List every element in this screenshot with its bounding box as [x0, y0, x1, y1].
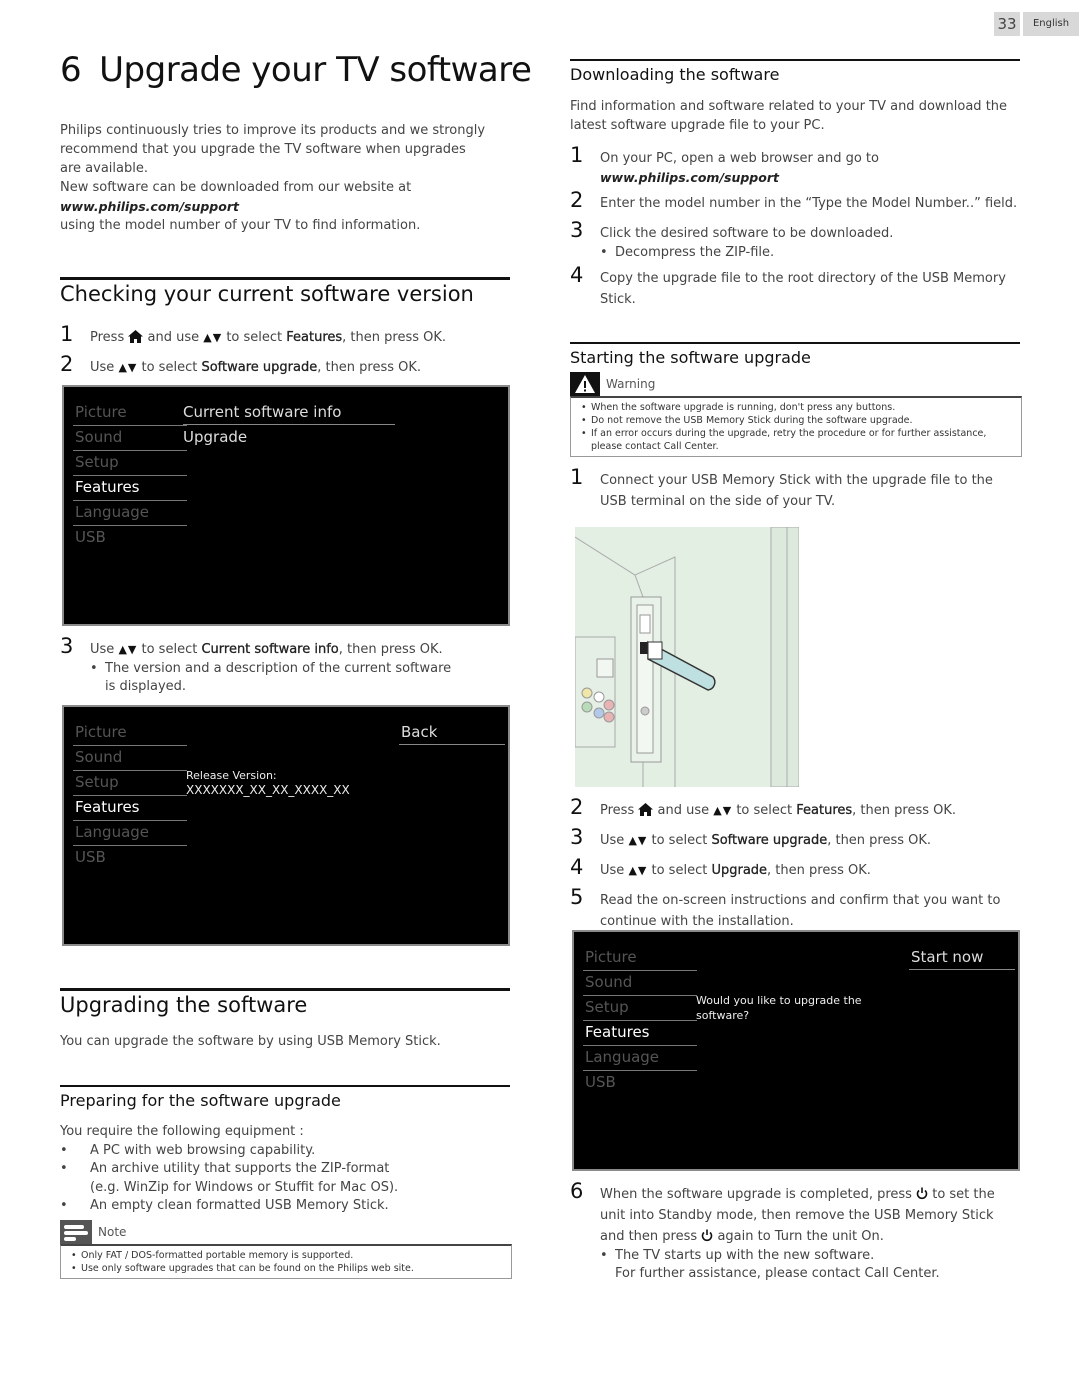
- up-down-arrows-icon: ▲▼: [628, 864, 648, 877]
- step-1: 1 On your PC, open a web browser and go …: [570, 143, 879, 167]
- home-icon: [638, 803, 654, 816]
- menu-item-usb[interactable]: USB: [73, 846, 187, 871]
- upgrade-question: Would you like to upgrade the software?: [696, 994, 862, 1022]
- menu-item-picture[interactable]: Picture: [73, 721, 187, 746]
- section-heading-downloading: Downloading the software: [570, 59, 1020, 84]
- step-3: 3 Use ▲▼ to select Software upgrade, the…: [570, 825, 932, 849]
- menu-item-sound[interactable]: Sound: [73, 426, 187, 451]
- menu-item-language[interactable]: Language: [73, 821, 187, 846]
- list-item: • An archive utility that supports the ZI…: [60, 1161, 390, 1176]
- support-link[interactable]: www.philips.com/support: [60, 197, 490, 216]
- step-2: 2 Enter the model number in the “Type th…: [570, 188, 1018, 212]
- page-number: 33: [994, 12, 1020, 36]
- home-icon: [128, 330, 144, 343]
- list-item: • An empty clean formatted USB Memory Sti…: [60, 1198, 389, 1213]
- power-icon: [916, 1187, 928, 1200]
- menu-item-picture[interactable]: Picture: [583, 946, 697, 971]
- section-heading-starting: Starting the software upgrade: [570, 342, 1020, 367]
- menu-item-features[interactable]: Features: [73, 796, 187, 821]
- menu-item-sound[interactable]: Sound: [73, 746, 187, 771]
- menu-item-setup[interactable]: Setup: [583, 996, 697, 1021]
- menu-item-usb[interactable]: USB: [583, 1071, 697, 1096]
- page-tag: 33 English: [994, 12, 1079, 36]
- step-4: 4 Copy the upgrade file to the root dire…: [570, 263, 1006, 308]
- section-heading-checking: Checking your current software version: [60, 277, 510, 306]
- note-icon: [60, 1220, 92, 1244]
- upgrading-text: You can upgrade the software by using US…: [60, 1034, 441, 1049]
- step-1: 1 Connect your USB Memory Stick with the…: [570, 465, 993, 510]
- step-2: 2 Press and use ▲▼ to select Features, t…: [570, 795, 957, 819]
- note-callout: Note • Only FAT / DOS-formatted portable …: [60, 1220, 512, 1279]
- back-button[interactable]: Back: [399, 721, 505, 745]
- menu-item-features[interactable]: Features: [73, 476, 187, 501]
- power-icon: [702, 1229, 713, 1242]
- menu-item-setup[interactable]: Setup: [73, 771, 187, 796]
- section-heading-preparing: Preparing for the software upgrade: [60, 1085, 510, 1110]
- list-item: • A PC with web browsing capability.: [60, 1142, 316, 1158]
- menu-item-usb[interactable]: USB: [73, 526, 187, 551]
- tv-menu-screen-start-upgrade: Picture Sound Setup Features Language US…: [572, 930, 1020, 1171]
- section-heading-upgrading: Upgrading the software: [60, 988, 510, 1017]
- up-down-arrows-icon: ▲▼: [118, 361, 138, 374]
- warning-box: • When the software upgrade is running, d…: [570, 396, 1022, 457]
- release-version-value: XXXXXXX_XX_XX_XXXX_XX: [186, 783, 350, 797]
- up-down-arrows-icon: ▲▼: [118, 643, 138, 656]
- downloading-intro: Find information and software related to…: [570, 99, 1008, 133]
- tv-menu-list: Picture Sound Setup Features Language US…: [583, 946, 697, 1096]
- language-tab: English: [1023, 12, 1079, 36]
- usb-insertion-illustration: [575, 527, 799, 787]
- step-6: 6 When the software upgrade is completed…: [570, 1179, 995, 1245]
- equipment-list: You require the following equipment : • A…: [60, 1123, 510, 1216]
- checking-steps: 1 Press and use ▲▼ to select Features, t…: [60, 324, 510, 378]
- start-now-button[interactable]: Start now: [909, 946, 1015, 970]
- menu-item-picture[interactable]: Picture: [73, 401, 187, 426]
- step-3: 3 Click the desired software to be downl…: [570, 218, 894, 242]
- step-3: 3 Use ▲▼ to select Current software info…: [60, 634, 443, 658]
- starting-steps: 2 Press and use ▲▼ to select Features, t…: [570, 797, 1020, 932]
- note-label: Note: [98, 1225, 127, 1239]
- tv-menu-screen-release-version: Picture Sound Setup Features Language US…: [62, 705, 510, 946]
- tv-menu-screen-software-upgrade: Picture Sound Setup Features Language US…: [62, 385, 510, 626]
- release-version-label: Release Version:: [186, 769, 277, 782]
- up-down-arrows-icon: ▲▼: [203, 331, 223, 344]
- chapter-title: 6 Upgrade your TV software: [60, 50, 532, 90]
- step-2: 2 Use ▲▼ to select Software upgrade, the…: [60, 352, 422, 376]
- menu-item-language[interactable]: Language: [73, 501, 187, 526]
- note-box: • Only FAT / DOS-formatted portable memor…: [60, 1244, 512, 1279]
- warning-label: Warning: [606, 377, 656, 391]
- up-down-arrows-icon: ▲▼: [713, 804, 733, 817]
- option-upgrade[interactable]: Upgrade: [183, 426, 247, 449]
- downloading-steps: 1 On your PC, open a web browser and go …: [570, 145, 1020, 310]
- tv-menu-list: Picture Sound Setup Features Language US…: [73, 401, 187, 551]
- support-link[interactable]: www.philips.com/support: [570, 169, 1020, 186]
- step-1: 1 Press and use ▲▼ to select Features, t…: [60, 322, 447, 346]
- menu-item-setup[interactable]: Setup: [73, 451, 187, 476]
- tv-menu-list: Picture Sound Setup Features Language US…: [73, 721, 187, 871]
- menu-item-sound[interactable]: Sound: [583, 971, 697, 996]
- up-down-arrows-icon: ▲▼: [628, 834, 648, 847]
- chapter-intro: Philips continuously tries to improve it…: [60, 121, 490, 235]
- step-5: 5 Read the on-screen instructions and co…: [570, 885, 1001, 930]
- step-4: 4 Use ▲▼ to select Upgrade, then press O…: [570, 855, 871, 879]
- step-3-bullet: • The version and a description of the c…: [90, 661, 452, 694]
- menu-item-features[interactable]: Features: [583, 1021, 697, 1046]
- menu-item-language[interactable]: Language: [583, 1046, 697, 1071]
- warning-callout: Warning • When the software upgrade is ru…: [570, 372, 1022, 457]
- option-current-software-info[interactable]: Current software info: [183, 401, 395, 425]
- warning-icon: [570, 372, 600, 396]
